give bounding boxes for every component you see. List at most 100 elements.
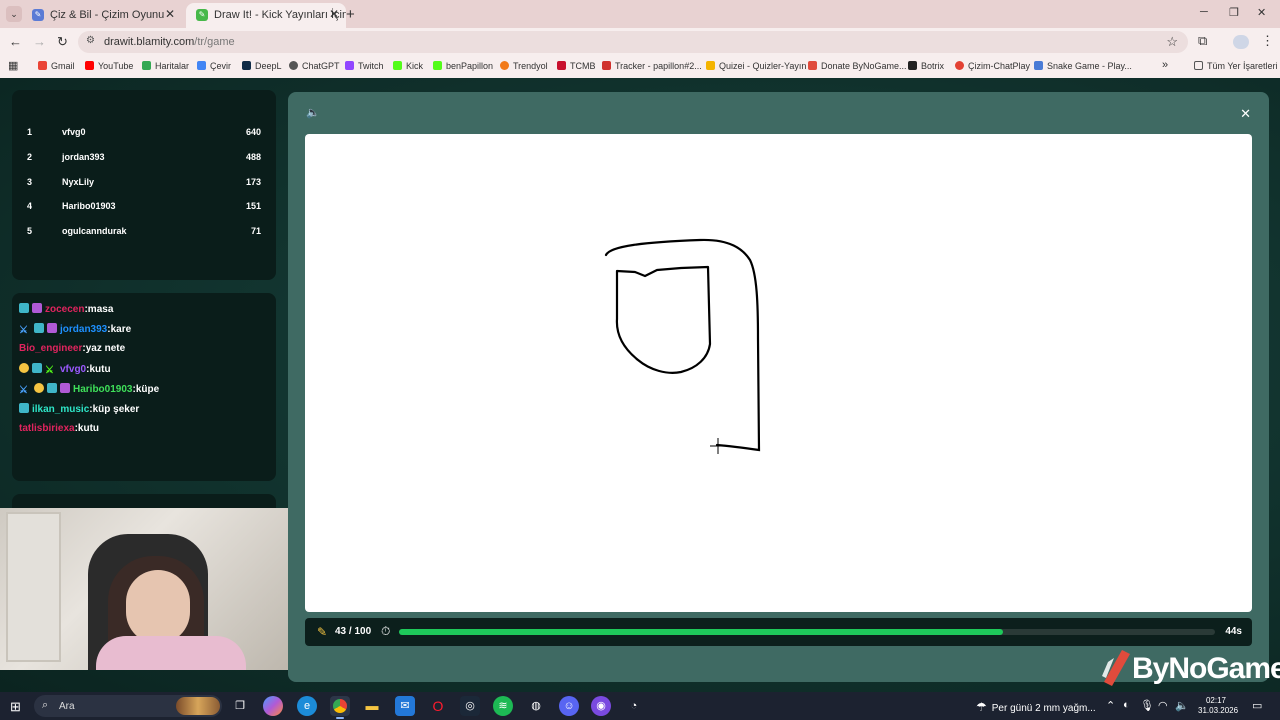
- twitch-icon: [345, 61, 354, 70]
- bookmark-label: Twitch: [358, 61, 384, 71]
- bookmark-kick[interactable]: Kick: [393, 61, 423, 71]
- bookmark-deepl[interactable]: DeepL: [242, 61, 282, 71]
- gift-badge-icon: [60, 383, 70, 393]
- taskbar-search[interactable]: ⌕ Ara: [34, 695, 222, 717]
- leaderboard-row: 2 jordan393 488: [12, 152, 276, 168]
- windows-start-icon[interactable]: ⊞: [10, 699, 21, 715]
- webcam-shirt: [96, 636, 246, 670]
- microphone-icon[interactable]: 🎙: [1140, 699, 1154, 712]
- tcmb-icon: [557, 61, 566, 70]
- obs-icon[interactable]: ◉: [591, 696, 611, 716]
- extensions-icon[interactable]: ⧉: [1198, 33, 1207, 49]
- copilot-icon[interactable]: [263, 696, 283, 716]
- volume-icon[interactable]: 🔈: [1175, 699, 1189, 712]
- steam-icon[interactable]: ◎: [460, 696, 480, 716]
- file-explorer-icon[interactable]: ▬: [362, 696, 382, 716]
- player-score: 640: [245, 127, 261, 137]
- bookmark-label: Quizei - Quizler-Yayın: [719, 61, 807, 71]
- globe-icon[interactable]: ◍: [526, 696, 546, 716]
- bookmark-cizim-chatplay[interactable]: Çizim-ChatPlay: [955, 61, 1030, 71]
- all-bookmarks[interactable]: Tüm Yer İşaretleri: [1194, 61, 1278, 71]
- new-tab-icon[interactable]: +: [346, 6, 355, 23]
- settings-app-icon[interactable]: ◔: [624, 696, 644, 716]
- edge-icon[interactable]: e: [297, 696, 317, 716]
- bookmark-label: Gmail: [51, 61, 75, 71]
- bookmark-label: benPapillon: [446, 61, 494, 71]
- tab-ciz-bil[interactable]: ✎ Çiz & Bil - Çizim Oyunu ✕: [22, 3, 182, 28]
- bookmark-botrix[interactable]: Botrix: [908, 61, 944, 71]
- tab-draw-it[interactable]: ✎ Draw It! - Kick Yayınları İçin Çizim ✕: [186, 3, 346, 28]
- url-host: drawit.blamity.com: [104, 36, 195, 48]
- bookmarks-bar: ▦ Gmail YouTube Haritalar Çevir DeepL Ch…: [0, 56, 1280, 78]
- close-tab-icon[interactable]: ✕: [329, 7, 339, 21]
- url-input[interactable]: ⚙ drawit.blamity.com/tr/game ☆: [78, 31, 1188, 53]
- chat-username[interactable]: ilkan_music: [32, 404, 89, 415]
- chat-username[interactable]: tatlisbiriexa: [19, 423, 75, 434]
- bookmark-quizei[interactable]: Quizei - Quizler-Yayın: [706, 61, 806, 71]
- player-name: jordan393: [62, 152, 105, 162]
- player-name: NyxLily: [62, 177, 95, 187]
- more-bookmarks-icon[interactable]: »: [1162, 59, 1168, 71]
- bookmark-benpapillon[interactable]: benPapillon: [433, 61, 493, 71]
- menu-icon[interactable]: ⋮: [1261, 33, 1274, 49]
- chat-username[interactable]: Haribo01903: [73, 384, 132, 395]
- close-tab-icon[interactable]: ✕: [165, 7, 175, 21]
- drawing-canvas[interactable]: [305, 134, 1252, 612]
- gift-badge-icon: [47, 323, 57, 333]
- chat-username[interactable]: Bio_engineer: [19, 343, 82, 354]
- windows-taskbar: ⊞ ⌕ Ara ❐ e ▬ ✉ O ◎ ≋ ◍ ☺ ◉ ◔ ☂ Per günü …: [0, 692, 1280, 720]
- leaderboard: 1 vfvg0 640 2 jordan393 488 3 NyxLily 17…: [12, 90, 276, 280]
- bookmark-youtube[interactable]: YouTube: [85, 61, 133, 71]
- discord-icon[interactable]: ☺: [559, 696, 579, 716]
- back-icon[interactable]: ←: [9, 34, 22, 49]
- weather-text: Per günü 2 mm yağm...: [991, 703, 1096, 714]
- wifi-icon[interactable]: ◠: [1158, 699, 1168, 712]
- time-progress-track: [399, 629, 1215, 635]
- bookmark-tracker[interactable]: Tracker - papillon#2...: [602, 61, 702, 71]
- bookmark-cevir[interactable]: Çevir: [197, 61, 231, 71]
- bookmark-label: Çizim-ChatPlay: [968, 61, 1031, 71]
- bookmark-trendyol[interactable]: Trendyol: [500, 61, 548, 71]
- chat-message: Bio_engineer:yaz nete: [19, 343, 125, 354]
- bookmark-star-icon[interactable]: ☆: [1166, 34, 1178, 50]
- spotify-icon[interactable]: ≋: [493, 696, 513, 716]
- site-info-icon[interactable]: ⚙: [86, 35, 95, 46]
- chat-username[interactable]: zocecen: [45, 304, 84, 315]
- bookmark-snake-game[interactable]: Snake Game - Play...: [1034, 61, 1132, 71]
- sword-badge-icon: ⚔: [19, 385, 28, 396]
- restore-icon[interactable]: ❐: [1229, 6, 1239, 19]
- reload-icon[interactable]: ↻: [57, 34, 68, 50]
- opera-icon[interactable]: O: [428, 696, 448, 716]
- bookmark-gmail[interactable]: Gmail: [38, 61, 75, 71]
- snake-icon: [1034, 61, 1043, 70]
- bookmark-twitch[interactable]: Twitch: [345, 61, 384, 71]
- maps-icon: [142, 61, 151, 70]
- weather-widget[interactable]: ☂ Per günü 2 mm yağm...: [976, 700, 1096, 714]
- network-app-icon[interactable]: ◐: [1123, 699, 1130, 711]
- bookmark-donate[interactable]: Donate ByNoGame...: [808, 61, 907, 71]
- window-close-icon[interactable]: ✕: [1257, 6, 1266, 19]
- forward-icon[interactable]: →: [33, 34, 46, 49]
- chat-username[interactable]: vfvg0: [60, 364, 86, 375]
- chat-text: :masa: [84, 304, 114, 315]
- tray-overflow-icon[interactable]: ⌃: [1106, 699, 1115, 712]
- leaderboard-row: 4 Haribo01903 151: [12, 201, 276, 217]
- profile-avatar[interactable]: [1233, 35, 1249, 49]
- chrome-icon[interactable]: [330, 696, 350, 719]
- task-view-icon[interactable]: ❐: [230, 696, 250, 716]
- chat-username[interactable]: jordan393: [60, 324, 107, 335]
- close-icon[interactable]: ✕: [1240, 106, 1251, 122]
- tab-list-icon[interactable]: ⌄: [6, 6, 22, 22]
- bookmark-chatgpt[interactable]: ChatGPT: [289, 61, 340, 71]
- mail-icon[interactable]: ✉: [395, 696, 415, 716]
- system-clock[interactable]: 02:17 31.03.2026: [1198, 696, 1238, 716]
- bookmark-tcmb[interactable]: TCMB: [557, 61, 596, 71]
- minimize-icon[interactable]: ─: [1200, 6, 1208, 18]
- apps-grid-icon[interactable]: ▦: [8, 59, 18, 72]
- round-progress-bar: ✎ 43 / 100 ⏱ 44s: [305, 618, 1252, 646]
- browser-tab-bar: ⌄ ✎ Çiz & Bil - Çizim Oyunu ✕ ✎ Draw It!…: [0, 0, 1280, 28]
- sound-icon[interactable]: 🔈: [306, 106, 320, 119]
- bookmark-haritalar[interactable]: Haritalar: [142, 61, 189, 71]
- drawing-stroke-inner: [615, 265, 712, 374]
- notifications-icon[interactable]: ▭: [1252, 699, 1262, 712]
